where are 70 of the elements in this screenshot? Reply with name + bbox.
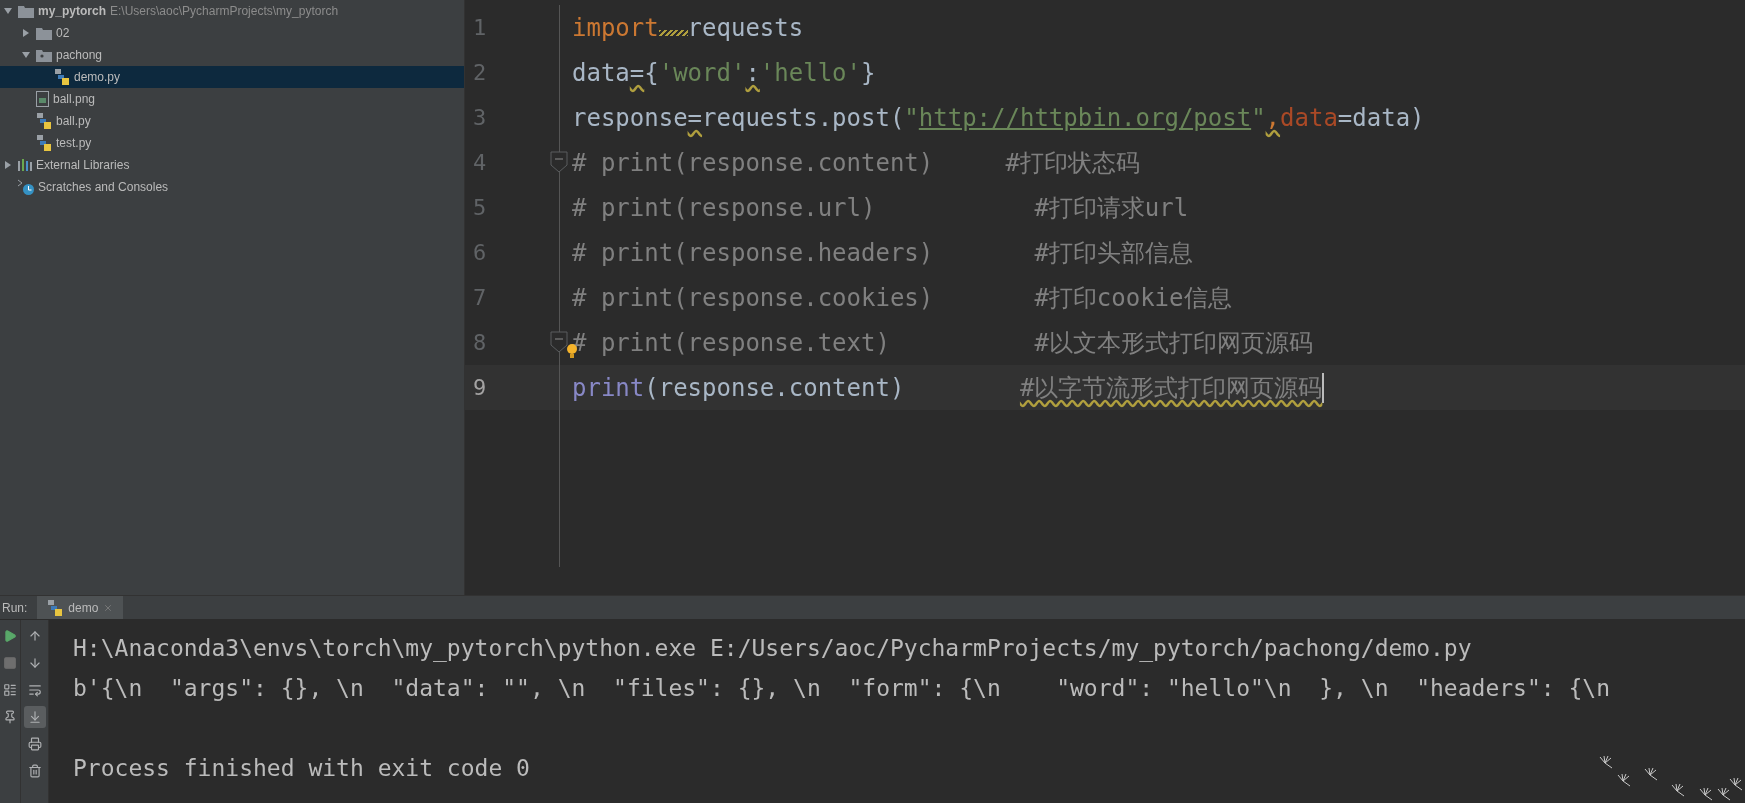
code-line: # print(response.content) #打印状态码 [571,147,1141,179]
code-line: response=requests.post("http://httpbin.org/post",data=data) [571,103,1426,132]
python-file-icon [36,135,52,151]
folder-icon [18,4,34,18]
line-number: 8 [472,330,487,355]
python-file-icon [36,113,52,129]
exit-status: Process finished with exit code 0 [73,754,530,783]
line-number: 5 [472,195,487,220]
scroll-to-end-button[interactable] [23,706,46,728]
tree-item[interactable]: ball.png [0,88,464,110]
print-icon [27,737,42,751]
tree-item[interactable]: Scratches and Consoles [0,176,464,198]
tree-item-label: my_pytorch [38,4,107,18]
console-command: H:\Anaconda3\envs\torch\my_pytorch\python.exe E:/Users/aoc/PycharmProjects/my_pytorch/pachong/demo.py [73,634,1472,664]
console-text: b'{\n "args": {}, \n "data": "", \n "files": {}, \n "form": {\n "word": "hello"\n }, \n "headers": {\n [73,674,1611,703]
soft-wrap-icon [27,683,42,697]
tree-item-label: External Libraries [36,158,130,172]
line-number: 3 [472,105,487,130]
scroll-to-end-icon [27,710,42,724]
line-number: 7 [472,285,487,310]
line-number: 2 [472,60,487,85]
tree-item-label: test.py [56,136,92,150]
tree-item[interactable]: demo.py [0,66,464,88]
trash-icon [27,764,42,778]
folder-icon [36,26,52,40]
pin-icon [3,710,17,724]
stop-icon [3,656,17,670]
collapsed-arrow-icon[interactable] [4,161,12,169]
expanded-arrow-icon[interactable] [4,7,12,15]
line-number: 1 [472,15,487,40]
tree-item[interactable]: my_pytorch E:\Users\aoc\PycharmProjects\my_pytorch [0,0,464,22]
tree-item[interactable]: pachong [0,44,464,66]
scratches-icon [18,179,34,195]
code-line: print(response.content) #以字节流形式打印网页源码 [571,371,1326,404]
tree-item[interactable]: test.py [0,132,464,154]
package-folder-icon [36,48,52,62]
run-tab[interactable]: demo [37,596,124,619]
tree-item-label: ball.py [56,114,91,128]
fold-marker-icon[interactable] [550,331,568,353]
layout-icon [3,683,17,697]
line-number: 6 [472,240,487,265]
line-number: 4 [472,150,487,175]
run-icon [3,629,17,643]
code-line: # print(response.headers) #打印头部信息 [571,237,1194,269]
code-line: # print(response.cookies) #打印cookie信息 [571,282,1233,314]
tree-item-label: 02 [56,26,70,40]
tree-item[interactable]: 02 [0,22,464,44]
text-cursor [1322,372,1325,403]
libraries-icon [18,159,32,171]
tree-item[interactable]: External Libraries [0,154,464,176]
python-file-icon [47,599,64,616]
project-path: E:\Users\aoc\PycharmProjects\my_pytorch [110,4,339,18]
tree-item-label: Scratches and Consoles [38,180,169,194]
tree-item-label: ball.png [53,92,96,106]
tree-item-label: pachong [56,48,103,62]
down-arrow-icon [27,656,42,670]
python-file-icon [54,69,70,85]
code-line: # print(response.url) #打印请求url [571,192,1190,224]
line-number: 9 [472,375,487,400]
tree-item[interactable]: ball.py [0,110,464,132]
image-file-icon [36,91,49,107]
tab-label: demo [68,600,99,615]
code-line: data={'word':'hello'} [571,58,877,87]
fold-marker-icon[interactable] [550,151,568,173]
tree-item-label: demo.py [74,70,121,84]
code-line: import requests [571,13,805,42]
run-label: Run: [1,599,29,617]
up-arrow-icon [27,629,42,643]
collapsed-arrow-icon[interactable] [22,29,30,37]
expanded-arrow-icon[interactable] [22,51,30,59]
